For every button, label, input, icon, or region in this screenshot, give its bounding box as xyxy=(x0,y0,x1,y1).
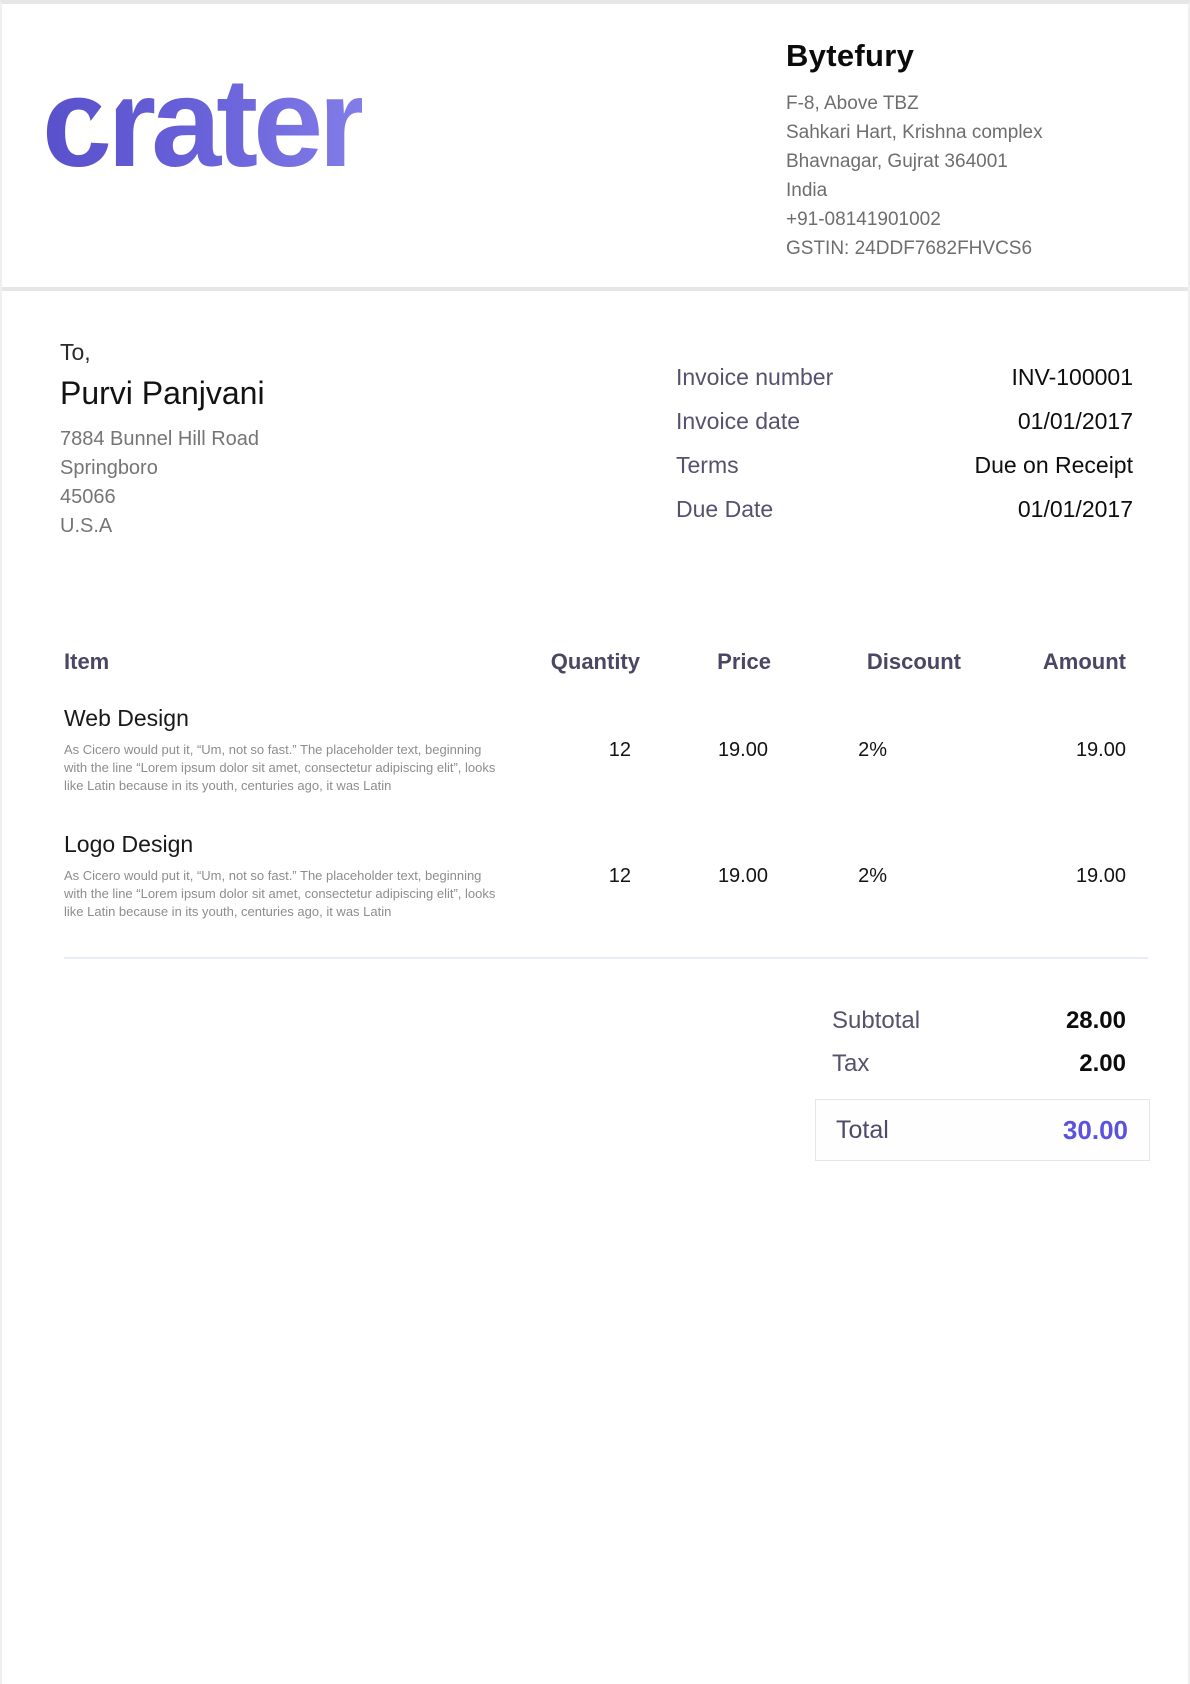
bill-to-heading: To, xyxy=(60,339,265,366)
item-discount: 2% xyxy=(771,739,961,762)
bill-to-address-line: Springboro xyxy=(60,454,265,483)
due-date-label: Due Date xyxy=(676,496,773,523)
invoice-date-label: Invoice date xyxy=(676,408,800,435)
column-header-quantity: Quantity xyxy=(520,649,640,675)
bill-to-block: To, Purvi Panjvani 7884 Bunnel Hill Road… xyxy=(60,339,265,541)
invoice-header: crater Bytefury F-8, Above TBZ Sahkari H… xyxy=(2,4,1188,291)
invoice-meta: Invoice number INV-100001 Invoice date 0… xyxy=(676,355,1133,531)
company-info: Bytefury F-8, Above TBZ Sahkari Hart, Kr… xyxy=(786,38,1156,263)
item-price: 19.00 xyxy=(640,739,771,762)
total-label: Total xyxy=(836,1116,889,1145)
item-quantity: 12 xyxy=(520,739,640,762)
item-row: Logo Design As Cicero would put it, “Um,… xyxy=(64,831,1126,921)
bill-to-name: Purvi Panjvani xyxy=(60,375,265,412)
totals-block: Subtotal 28.00 Tax 2.00 Total 30.00 xyxy=(815,999,1150,1161)
company-address-line: Bhavnagar, Gujrat 364001 xyxy=(786,147,1156,176)
column-header-item: Item xyxy=(64,649,520,675)
company-address-line: Sahkari Hart, Krishna complex xyxy=(786,118,1156,147)
items-table: Item Quantity Price Discount Amount Web … xyxy=(64,649,1126,921)
item-cell: Web Design As Cicero would put it, “Um, … xyxy=(64,705,520,795)
tax-row: Tax 2.00 xyxy=(815,1042,1150,1085)
bill-to-address-line: 7884 Bunnel Hill Road xyxy=(60,425,265,454)
meta-row-due-date: Due Date 01/01/2017 xyxy=(676,487,1133,531)
item-discount: 2% xyxy=(771,865,961,888)
items-divider xyxy=(64,957,1148,959)
item-cell: Logo Design As Cicero would put it, “Um,… xyxy=(64,831,520,921)
items-table-header: Item Quantity Price Discount Amount xyxy=(64,649,1126,675)
terms-value: Due on Receipt xyxy=(974,452,1133,479)
bill-to-address-line: 45066 xyxy=(60,483,265,512)
subtotal-row: Subtotal 28.00 xyxy=(815,999,1150,1042)
item-row: Web Design As Cicero would put it, “Um, … xyxy=(64,705,1126,795)
item-description: As Cicero would put it, “Um, not so fast… xyxy=(64,741,504,795)
address-meta-section: To, Purvi Panjvani 7884 Bunnel Hill Road… xyxy=(2,291,1188,561)
item-amount: 19.00 xyxy=(961,865,1126,888)
company-gstin: GSTIN: 24DDF7682FHVCS6 xyxy=(786,234,1156,263)
company-phone: +91-08141901002 xyxy=(786,205,1156,234)
invoice-date-value: 01/01/2017 xyxy=(1018,408,1133,435)
invoice-page: crater Bytefury F-8, Above TBZ Sahkari H… xyxy=(0,0,1190,1684)
tax-value: 2.00 xyxy=(1079,1050,1126,1078)
item-description: As Cicero would put it, “Um, not so fast… xyxy=(64,867,504,921)
company-name: Bytefury xyxy=(786,38,1156,74)
item-amount: 19.00 xyxy=(961,739,1126,762)
meta-row-invoice-number: Invoice number INV-100001 xyxy=(676,355,1133,399)
company-address-line: F-8, Above TBZ xyxy=(786,89,1156,118)
company-address-line: India xyxy=(786,176,1156,205)
item-quantity: 12 xyxy=(520,865,640,888)
invoice-number-value: INV-100001 xyxy=(1012,364,1133,391)
subtotal-label: Subtotal xyxy=(832,1007,920,1035)
column-header-amount: Amount xyxy=(961,649,1126,675)
meta-row-terms: Terms Due on Receipt xyxy=(676,443,1133,487)
subtotal-value: 28.00 xyxy=(1066,1007,1126,1035)
total-box: Total 30.00 xyxy=(815,1099,1150,1161)
item-price: 19.00 xyxy=(640,865,771,888)
item-name: Logo Design xyxy=(64,831,520,858)
item-name: Web Design xyxy=(64,705,520,732)
meta-row-invoice-date: Invoice date 01/01/2017 xyxy=(676,399,1133,443)
total-value: 30.00 xyxy=(1063,1115,1128,1146)
bill-to-address-line: U.S.A xyxy=(60,512,265,541)
column-header-price: Price xyxy=(640,649,771,675)
terms-label: Terms xyxy=(676,452,739,479)
tax-label: Tax xyxy=(832,1050,869,1078)
due-date-value: 01/01/2017 xyxy=(1018,496,1133,523)
column-header-discount: Discount xyxy=(771,649,961,675)
invoice-number-label: Invoice number xyxy=(676,364,833,391)
